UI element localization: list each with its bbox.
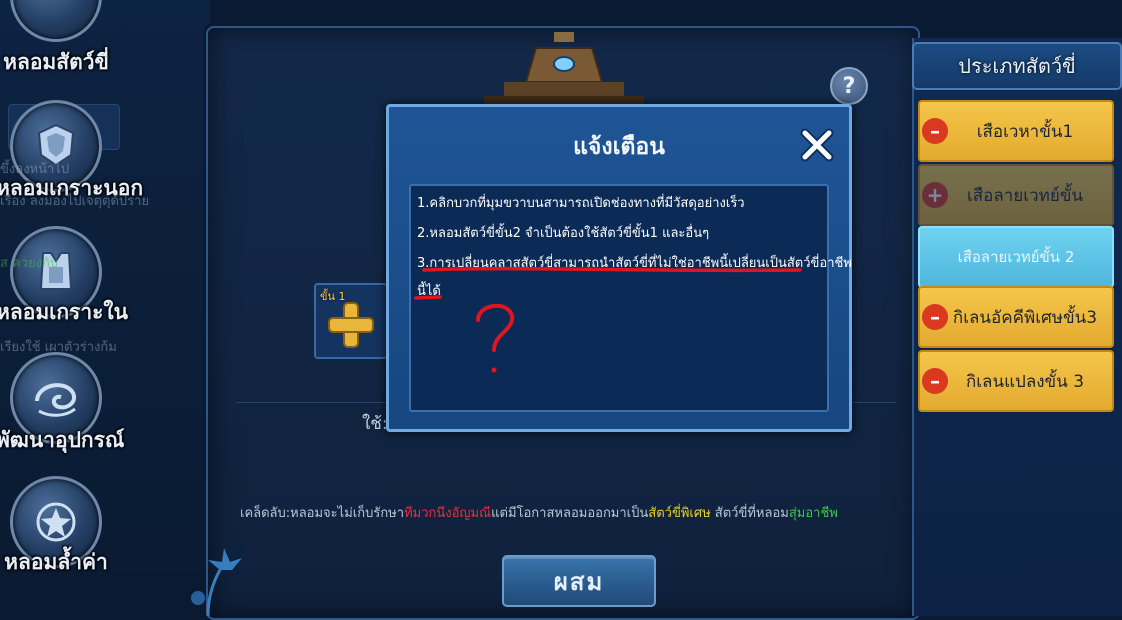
- sidebar-item-label: หลอมเกราะใน: [0, 300, 129, 324]
- mount-item[interactable]: – กิเลนอัคคีพิเศษขั้น3: [918, 286, 1114, 348]
- dialog-line-2: 2.หลอมสัตว์ขี่ขั้น2 จำเป็นต้องใช้สัตว์ขี…: [417, 226, 710, 241]
- tip-green: สุ่มอาชีพ: [788, 506, 838, 521]
- plus-icon: [328, 302, 374, 348]
- minus-icon: –: [922, 368, 948, 394]
- close-icon[interactable]: [799, 127, 835, 163]
- mount-item[interactable]: – เสือเวหาขั้น1: [918, 100, 1114, 162]
- dialog-message-box: 1.คลิกบวกที่มุมขวาบนสามารถเปิดช่องทางที่…: [409, 184, 852, 412]
- background-text: เรียงใช้ เผาตัวร่างก้ม: [0, 340, 117, 355]
- use-label: ใช้:: [362, 414, 388, 434]
- background-text: ขึ้งลงหน้าไป: [0, 162, 70, 177]
- alert-dialog: แจ้งเตือน 1.คลิกบวกที่มุมขวาบนสามารถเปิด…: [386, 104, 852, 432]
- tip-text: เคล็ดลับ:หลอมจะไม่เก็บรักษาทีมวกนึงอัญมณ…: [240, 502, 838, 523]
- tip-yellow: สัตว์ขี่พิเศษ: [648, 506, 711, 521]
- mount-item-label: กิเลนอัคคีพิเศษขั้น3: [952, 307, 1098, 328]
- combine-button[interactable]: ผสม: [502, 555, 656, 607]
- lamp-decoration: [484, 32, 644, 106]
- mount-type-title: ประเภทสัตว์ขี่: [912, 42, 1122, 90]
- mount-item-label: เสือเวหาขั้น1: [976, 121, 1074, 142]
- tip-middle2: สัตว์ขี่ที่หลอม: [710, 506, 789, 521]
- dialog-line-4: นี้ได้: [417, 284, 441, 299]
- tip-prefix: เคล็ดลับ:หลอมจะไม่เก็บรักษา: [240, 506, 405, 521]
- help-button[interactable]: ?: [830, 67, 868, 105]
- mount-item-label: เสือลายเวทย์ขั้น: [966, 185, 1084, 206]
- sidebar-item-label: พัฒนาอุปกรณ์: [0, 428, 125, 452]
- sidebar-item-label: หลอมสัตว์ขี่: [3, 50, 109, 74]
- minus-icon: –: [922, 304, 948, 330]
- mount-item[interactable]: + เสือลายเวทย์ขั้น: [918, 164, 1114, 226]
- background-text: เรือง ลงมองไปเจตุตุด้ปราย: [0, 194, 150, 209]
- dialog-line-3: 3.การเปลี่ยนคลาสสัตว์ขี่สามารถนำสัตว์ขี่…: [417, 256, 852, 271]
- mount-item-label: กิเลนแปลงขั้น 3: [965, 371, 1085, 392]
- sidebar-item-label: หลอมล้ำค่า: [4, 550, 108, 574]
- mount-item[interactable]: – กิเลนแปลงขั้น 3: [918, 350, 1114, 412]
- add-material-slot[interactable]: ขั้น 1: [314, 283, 388, 359]
- flower-decoration: [191, 548, 242, 616]
- background-text: ส ควยงกับ: [0, 256, 59, 271]
- minus-icon: –: [922, 118, 948, 144]
- mount-item-label: เสือลายเวทย์ขั้น 2: [957, 248, 1075, 266]
- tip-middle: แต่มีโอกาสหลอมออกมาเป็น: [491, 506, 649, 521]
- plus-icon: +: [922, 182, 948, 208]
- dialog-line-1: 1.คลิกบวกที่มุมขวาบนสามารถเปิดช่องทางที่…: [417, 196, 745, 211]
- tip-red: ทีมวกนึงอัญมณี: [404, 506, 492, 521]
- mount-item-selected[interactable]: เสือลายเวทย์ขั้น 2: [918, 226, 1114, 288]
- dialog-title: แจ้งเตือน: [573, 134, 665, 160]
